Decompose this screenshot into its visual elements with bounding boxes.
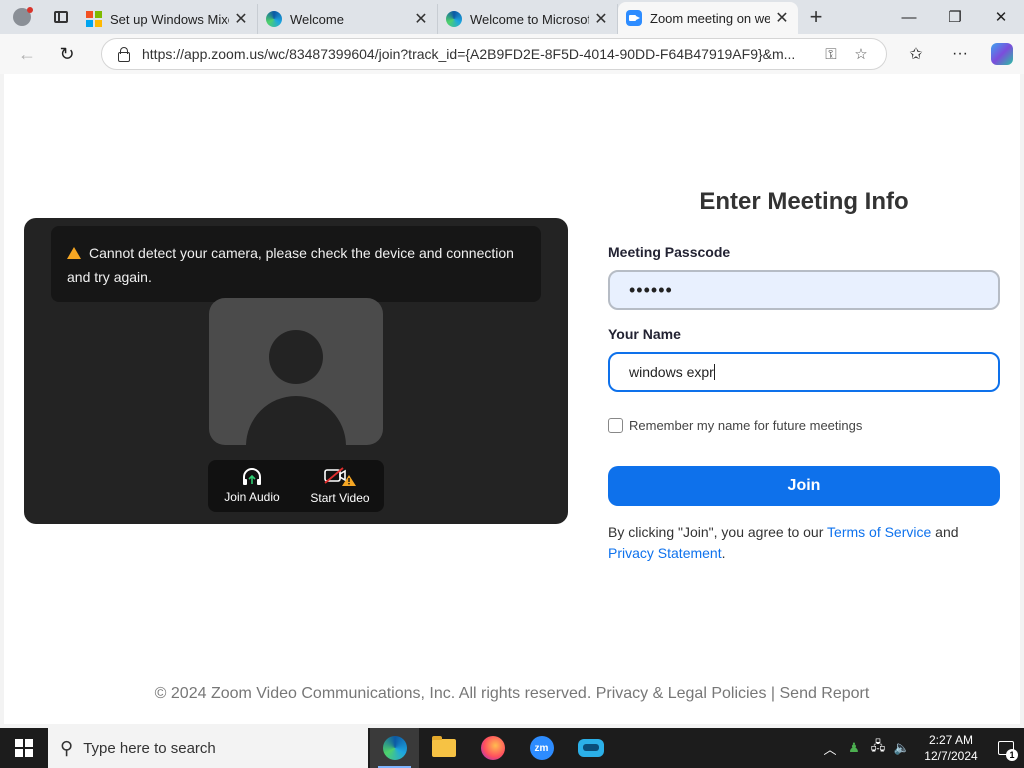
firefox-icon [480,736,505,760]
meeting-info-form: Enter Meeting Info Meeting Passcode ••••… [608,184,1000,564]
tab-title: Zoom meeting on web [650,10,770,26]
volume-icon[interactable]: 🔈 [890,740,914,756]
tab-title: Welcome [290,11,344,27]
close-tab-icon[interactable]: ✕ [413,9,429,29]
agreement-and: and [931,524,959,540]
refresh-button[interactable]: ↻ [47,34,87,74]
browser-tab[interactable]: Welcome to Microsoft ✕ [438,4,618,34]
back-button[interactable]: ← [7,34,47,74]
clock-date: 12/7/2024 [924,749,978,763]
video-camera-off-icon [324,467,356,486]
close-tab-icon[interactable]: ✕ [774,8,790,28]
person-status-icon[interactable]: ♟ [842,740,866,756]
minimize-button[interactable]: — [886,0,932,34]
network-icon[interactable]: 🖧 [866,737,890,759]
name-value: windows expr [629,364,714,380]
url-text[interactable]: https://app.zoom.us/wc/83487399604/join?… [142,46,816,62]
close-window-button[interactable]: ✕ [978,0,1024,34]
lock-icon[interactable] [116,47,130,62]
page-content: Cannot detect your camera, please check … [4,74,1020,724]
agreement-text: By clicking "Join", you agree to our Ter… [608,522,1000,564]
profile-button[interactable] [0,0,44,34]
agreement-prefix: By clicking "Join", you agree to our [608,524,828,540]
remember-name-option[interactable]: Remember my name for future meetings [608,418,1000,433]
browser-tab[interactable]: Set up Windows Mixed ✕ [78,4,258,34]
name-input[interactable]: windows expr [608,352,1000,392]
warning-icon [67,247,81,259]
edge-icon [266,11,282,27]
search-placeholder: Type here to search [83,739,216,757]
edge-icon [382,736,407,760]
zoom-icon [626,10,642,26]
browser-tab-strip: Set up Windows Mixed ✕ Welcome ✕ Welcome… [0,0,1024,34]
browser-tab-active[interactable]: Zoom meeting on web ✕ [618,2,798,34]
avatar-placeholder [209,298,383,445]
windows-logo-icon [15,739,33,757]
avatar-head [269,330,323,384]
video-preview: Cannot detect your camera, please check … [24,218,568,524]
preview-controls: Join Audio Start Video [208,460,384,512]
tab-actions-icon [54,11,68,23]
taskbar-zoom[interactable]: zm [517,728,566,768]
favorites-button[interactable]: ✩ [896,34,936,74]
tab-title: Welcome to Microsoft [470,11,589,27]
chevron-up-icon[interactable]: ︿ [818,739,842,758]
passcode-label: Meeting Passcode [608,244,731,260]
taskbar-edge[interactable] [370,728,419,768]
system-tray: ︿ ♟ 🖧 🔈 2:27 AM 12/7/2024 1 [818,728,1024,768]
taskbar: ⚲ Type here to search zm ︿ ♟ 🖧 🔈 2:27 AM… [0,728,1024,768]
profile-alert-dot [27,7,33,13]
camera-warning: Cannot detect your camera, please check … [51,226,541,302]
terms-of-service-link[interactable]: Terms of Service [827,524,931,540]
clock[interactable]: 2:27 AM 12/7/2024 [914,732,988,764]
headphones-icon [243,468,261,485]
window-controls: — ❐ ✕ [886,0,1024,34]
browser-tab[interactable]: Welcome ✕ [258,4,438,34]
copilot-icon [991,43,1013,65]
favorite-star-icon[interactable]: ☆ [846,45,876,63]
avatar-body [246,396,346,445]
page-footer: © 2024 Zoom Video Communications, Inc. A… [154,685,870,702]
address-bar[interactable]: https://app.zoom.us/wc/83487399604/join?… [101,38,887,70]
taskbar-search[interactable]: ⚲ Type here to search [48,728,368,768]
notification-button[interactable]: 1 [988,728,1024,768]
copilot-button[interactable] [982,34,1022,74]
text-caret [713,364,715,380]
remember-checkbox[interactable] [608,418,623,433]
join-button[interactable]: Join [608,466,1000,506]
name-label: Your Name [608,326,681,342]
new-tab-button[interactable]: + [798,0,834,34]
close-tab-icon[interactable]: ✕ [233,9,249,29]
edge-icon [446,11,462,27]
privacy-statement-link[interactable]: Privacy Statement [608,545,722,561]
restore-button[interactable]: ❐ [932,0,978,34]
join-audio-label: Join Audio [224,490,280,504]
notification-badge: 1 [1006,749,1018,761]
camera-warning-text: Cannot detect your camera, please check … [67,245,514,285]
passcode-input[interactable]: •••••• [608,270,1000,310]
remember-label: Remember my name for future meetings [629,418,863,433]
mixed-reality-icon [577,739,604,757]
tab-actions-button[interactable] [44,0,78,34]
tab-title: Set up Windows Mixed [110,11,229,27]
folder-icon [431,736,456,757]
key-icon[interactable]: ⚿ [816,46,846,63]
taskbar-file-explorer[interactable] [419,728,468,768]
passcode-value: •••••• [629,279,673,300]
search-icon: ⚲ [60,737,74,758]
agreement-suffix: . [721,545,726,561]
microsoft-icon [86,11,102,27]
clock-time: 2:27 AM [928,733,974,747]
zoom-app-icon: zm [529,736,554,760]
start-button[interactable] [0,728,48,768]
start-video-label: Start Video [310,491,370,505]
taskbar-firefox[interactable] [468,728,517,768]
taskbar-mixed-reality[interactable] [566,728,615,768]
close-tab-icon[interactable]: ✕ [593,9,609,29]
more-menu-button[interactable]: ··· [940,34,980,74]
start-video-button[interactable]: Start Video [296,460,384,512]
form-title: Enter Meeting Info [699,188,909,215]
join-audio-button[interactable]: Join Audio [208,460,296,512]
